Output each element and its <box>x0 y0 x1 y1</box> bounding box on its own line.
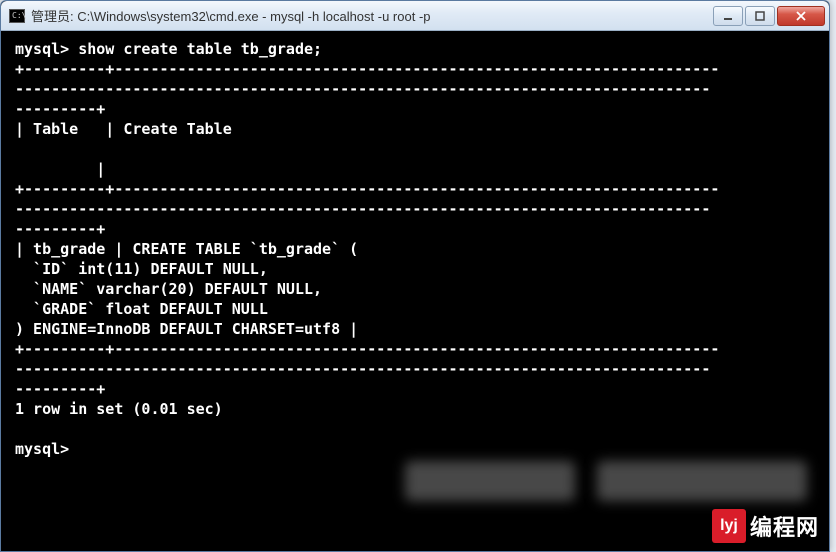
redacted-region <box>405 461 575 501</box>
divider-line: +---------+-----------------------------… <box>15 340 719 358</box>
divider-line: +---------+-----------------------------… <box>15 60 719 78</box>
watermark: lyj 编程网 <box>706 505 825 547</box>
prompt-line: mysql> <box>15 440 69 458</box>
divider-line: ----------------------------------------… <box>15 360 710 378</box>
cmd-window: C:\ 管理员: C:\Windows\system32\cmd.exe - m… <box>0 0 830 552</box>
table-row: ) ENGINE=InnoDB DEFAULT CHARSET=utf8 | <box>15 320 358 338</box>
prompt-line: mysql> show create table tb_grade; <box>15 40 322 58</box>
divider-line: ----------------------------------------… <box>15 200 710 218</box>
window-title: 管理员: C:\Windows\system32\cmd.exe - mysql… <box>31 6 711 25</box>
divider-line: +---------+-----------------------------… <box>15 180 719 198</box>
divider-line: ----------------------------------------… <box>15 80 710 98</box>
status-line: 1 row in set (0.01 sec) <box>15 400 223 418</box>
titlebar[interactable]: C:\ 管理员: C:\Windows\system32\cmd.exe - m… <box>1 1 829 31</box>
minimize-button[interactable] <box>713 6 743 26</box>
watermark-text: 编程网 <box>750 510 819 542</box>
table-cell: | <box>15 160 105 178</box>
divider-line: ---------+ <box>15 100 105 118</box>
cmd-icon: C:\ <box>9 9 25 23</box>
table-row: `GRADE` float DEFAULT NULL <box>15 300 268 318</box>
vertical-scrollbar[interactable] <box>811 31 829 547</box>
table-header: | Table | Create Table <box>15 120 232 138</box>
close-button[interactable] <box>777 6 825 26</box>
redacted-region <box>597 461 807 501</box>
maximize-button[interactable] <box>745 6 775 26</box>
terminal-output: mysql> show create table tb_grade; +----… <box>15 39 815 459</box>
divider-line: ---------+ <box>15 380 105 398</box>
watermark-logo: lyj <box>712 509 746 543</box>
table-row: `NAME` varchar(20) DEFAULT NULL, <box>15 280 322 298</box>
table-row: `ID` int(11) DEFAULT NULL, <box>15 260 268 278</box>
window-controls <box>711 6 825 26</box>
table-row: | tb_grade | CREATE TABLE `tb_grade` ( <box>15 240 358 258</box>
divider-line: ---------+ <box>15 220 105 238</box>
